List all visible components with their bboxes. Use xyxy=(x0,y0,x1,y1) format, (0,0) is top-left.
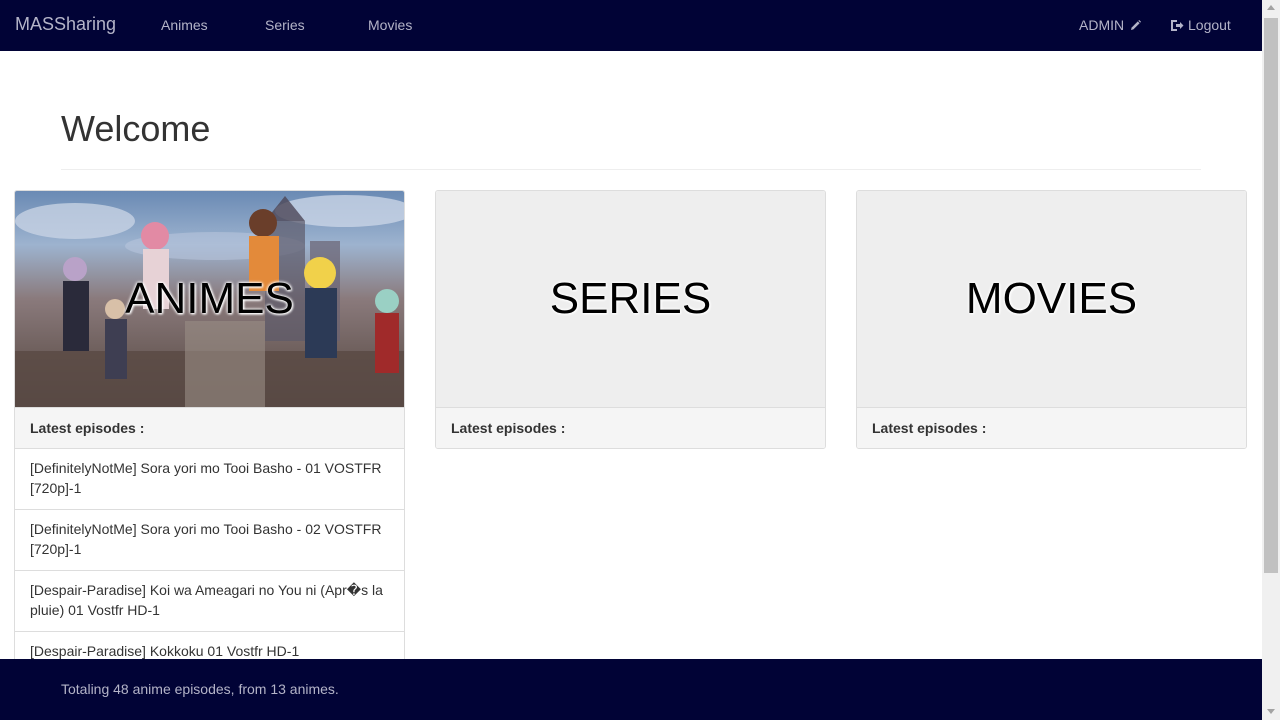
series-cover-title[interactable]: SERIES xyxy=(550,274,711,324)
logout-icon xyxy=(1170,19,1184,32)
nav-link-animes[interactable]: Animes xyxy=(161,17,208,33)
username-label: ADMIN xyxy=(1079,17,1125,33)
episode-list-item[interactable]: [DefinitelyNotMe] Sora yori mo Tooi Bash… xyxy=(15,509,404,570)
series-cover[interactable]: SERIES xyxy=(436,191,825,407)
title-divider xyxy=(61,169,1201,170)
logout-link[interactable]: Logout xyxy=(1170,17,1231,33)
scroll-down-arrow-icon[interactable] xyxy=(1267,709,1275,714)
nav-link-series[interactable]: Series xyxy=(265,17,305,33)
vertical-scrollbar[interactable] xyxy=(1262,0,1280,720)
movies-panel: MOVIES Latest episodes : xyxy=(856,190,1247,449)
nav-link-movies[interactable]: Movies xyxy=(368,17,412,33)
logout-label: Logout xyxy=(1188,17,1231,33)
brand-logo-link[interactable]: MASSharing xyxy=(15,14,116,35)
movies-cover-title[interactable]: MOVIES xyxy=(966,274,1137,324)
movies-cover[interactable]: MOVIES xyxy=(857,191,1246,407)
footer: Totaling 48 anime episodes, from 13 anim… xyxy=(0,659,1262,720)
top-navbar: MASSharing Animes Series Movies ADMIN Lo… xyxy=(0,0,1262,51)
animes-latest-heading: Latest episodes : xyxy=(15,407,404,448)
series-latest-heading: Latest episodes : xyxy=(436,407,825,448)
animes-panel: ANIMES Latest episodes : [DefinitelyNotM… xyxy=(14,190,405,672)
scroll-up-arrow-icon[interactable] xyxy=(1267,5,1275,10)
movies-latest-heading: Latest episodes : xyxy=(857,407,1246,448)
episode-list-item[interactable]: [Despair-Paradise] Koi wa Ameagari no Yo… xyxy=(15,570,404,631)
animes-cover-image[interactable]: ANIMES xyxy=(15,191,404,407)
series-panel: SERIES Latest episodes : xyxy=(435,190,826,449)
footer-stats-text: Totaling 48 anime episodes, from 13 anim… xyxy=(61,681,339,697)
page-title: Welcome xyxy=(61,108,211,149)
animes-cover-title[interactable]: ANIMES xyxy=(125,274,294,324)
scrollbar-thumb[interactable] xyxy=(1264,18,1278,573)
episode-list-item[interactable]: [DefinitelyNotMe] Sora yori mo Tooi Bash… xyxy=(15,448,404,509)
user-profile-link[interactable]: ADMIN xyxy=(1079,17,1142,33)
pencil-icon xyxy=(1129,19,1142,32)
